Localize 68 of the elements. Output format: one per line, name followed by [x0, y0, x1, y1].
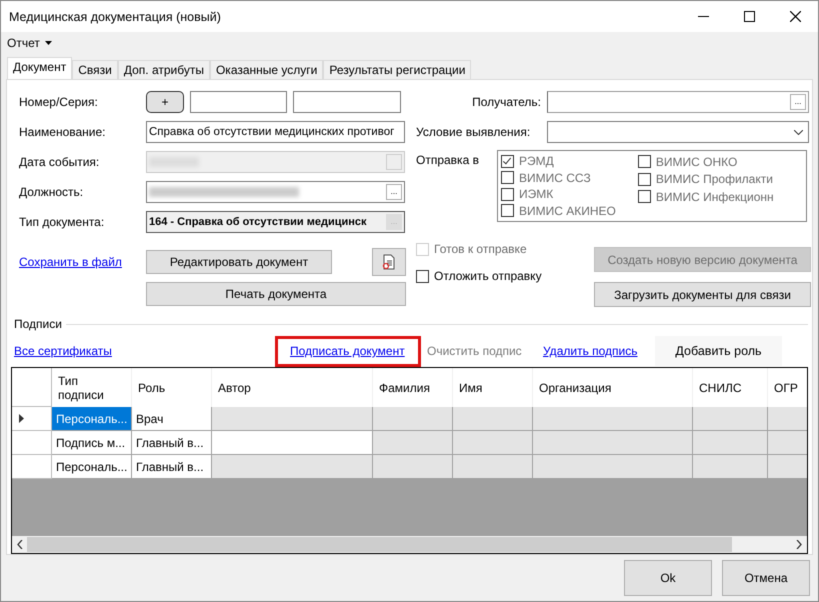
- ok-button[interactable]: Ok: [624, 560, 712, 596]
- print-document-button[interactable]: Печать документа: [146, 282, 406, 306]
- condition-label: Условие выявления:: [416, 125, 532, 139]
- close-icon[interactable]: [790, 11, 801, 22]
- name-field[interactable]: Справка об отсутствии медицинских противог: [146, 121, 405, 143]
- number-label: Номер/Серия:: [19, 95, 99, 109]
- maximize-icon[interactable]: [744, 11, 755, 22]
- browse-button[interactable]: ...: [790, 94, 806, 110]
- tab[interactable]: Результаты регистрации: [323, 60, 472, 79]
- report-menu[interactable]: Отчет: [7, 36, 52, 50]
- option-label: ВИМИС АКИНЕО: [519, 204, 616, 218]
- checkbox-label: Готов к отправке: [434, 242, 527, 256]
- chevron-right-icon[interactable]: [796, 540, 802, 549]
- checkbox[interactable]: [638, 172, 651, 186]
- position-label: Должность:: [19, 185, 84, 199]
- checkbox[interactable]: [501, 154, 514, 168]
- doc-type-label: Тип документа:: [19, 215, 106, 229]
- option-label: ВИМИС ССЗ: [519, 170, 591, 185]
- current-row-icon: [19, 414, 24, 423]
- option-label: ВИМИС Инфекционн: [656, 190, 774, 204]
- table-cell: Персональ...: [52, 407, 132, 431]
- option-label: ИЭМК: [519, 187, 554, 202]
- position-field[interactable]: ...: [146, 181, 405, 203]
- tab[interactable]: Доп. атрибуты: [118, 60, 210, 79]
- minimize-icon[interactable]: [698, 16, 709, 18]
- action-link[interactable]: Удалить подпись: [543, 344, 638, 358]
- chevron-left-icon[interactable]: [17, 540, 23, 549]
- document-icon-button[interactable]: [372, 248, 406, 276]
- chevron-down-icon: [794, 130, 803, 134]
- window-title: Медицинская документация (новый): [9, 10, 221, 24]
- option-label: ВИМИС Профилакти: [656, 172, 773, 186]
- action-link[interactable]: Все сертификаты: [14, 344, 112, 358]
- series-field[interactable]: [293, 91, 401, 113]
- caret-icon: [44, 41, 52, 45]
- checkbox[interactable]: [638, 190, 651, 204]
- add-role-button[interactable]: Добавить роль: [655, 336, 782, 366]
- condition-dropdown[interactable]: [547, 121, 809, 143]
- tab[interactable]: Оказанные услуги: [210, 60, 324, 79]
- cancel-button[interactable]: Отмена: [722, 560, 810, 596]
- group-title: Подписи: [14, 317, 62, 331]
- checkbox-label: Отложить отправку: [434, 269, 542, 283]
- name-label: Наименование:: [19, 125, 107, 139]
- number-field[interactable]: [190, 91, 287, 113]
- save-to-file-link[interactable]: Сохранить в файл: [19, 255, 140, 269]
- action-link[interactable]: Очистить подпис: [427, 344, 522, 358]
- send-to-label: Отправка в: [416, 152, 480, 167]
- recipient-label: Получатель:: [471, 95, 541, 109]
- action-link[interactable]: Подписать документ: [290, 344, 405, 358]
- tab[interactable]: Документ: [7, 57, 72, 79]
- browse-button[interactable]: ...: [386, 184, 402, 200]
- edit-document-button[interactable]: Редактировать документ: [146, 250, 332, 274]
- document-icon: [382, 254, 396, 270]
- checkbox[interactable]: [501, 188, 514, 201]
- doc-type-field[interactable]: 164 - Справка об отсутствии медицинск ...: [146, 211, 405, 233]
- add-button[interactable]: +: [146, 91, 184, 113]
- checkbox[interactable]: [501, 171, 514, 184]
- row-header[interactable]: [12, 407, 52, 431]
- checkbox[interactable]: [416, 270, 429, 282]
- option-label: РЭМД: [519, 154, 554, 168]
- checkbox[interactable]: [638, 155, 651, 168]
- tab[interactable]: Связи: [72, 60, 118, 79]
- option-label: ВИМИС ОНКО: [656, 154, 738, 169]
- event-date-label: Дата события:: [19, 155, 100, 169]
- load-documents-button[interactable]: Загрузить документы для связи: [594, 282, 811, 307]
- recipient-field[interactable]: ...: [547, 91, 809, 113]
- table-cell: Персональ...: [52, 455, 132, 479]
- checkbox[interactable]: [501, 204, 514, 218]
- horizontal-scrollbar[interactable]: [12, 536, 807, 553]
